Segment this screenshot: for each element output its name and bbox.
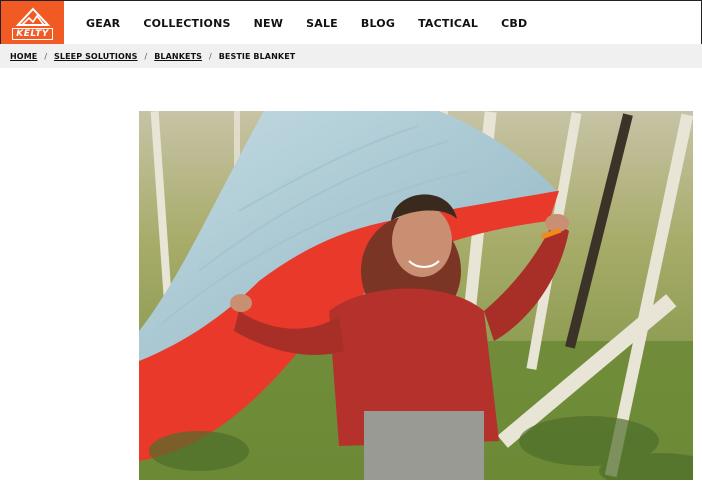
breadcrumb-separator: / bbox=[144, 51, 148, 61]
breadcrumb: HOME / SLEEP SOLUTIONS / BLANKETS / BEST… bbox=[0, 44, 702, 68]
nav-item-gear[interactable]: GEAR bbox=[86, 17, 120, 30]
main-navigation: GEAR COLLECTIONS NEW SALE BLOG TACTICAL … bbox=[86, 1, 527, 45]
breadcrumb-blankets[interactable]: BLANKETS bbox=[154, 52, 202, 61]
nav-item-collections[interactable]: COLLECTIONS bbox=[143, 17, 230, 30]
site-header: KELTY GEAR COLLECTIONS NEW SALE BLOG TAC… bbox=[0, 0, 702, 45]
nav-item-tactical[interactable]: TACTICAL bbox=[418, 17, 478, 30]
nav-item-blog[interactable]: BLOG bbox=[361, 17, 395, 30]
breadcrumb-separator: / bbox=[44, 51, 48, 61]
brand-wordmark: KELTY bbox=[12, 27, 53, 40]
product-hero-image[interactable] bbox=[139, 111, 693, 480]
breadcrumb-separator: / bbox=[209, 51, 212, 61]
mountain-logo-icon bbox=[15, 7, 50, 26]
nav-item-cbd[interactable]: CBD bbox=[501, 17, 527, 30]
breadcrumb-sleep-solutions[interactable]: SLEEP SOLUTIONS bbox=[54, 52, 138, 61]
nav-item-new[interactable]: NEW bbox=[254, 17, 283, 30]
lifestyle-photo-illustration bbox=[139, 111, 693, 480]
breadcrumb-current-page: BESTIE BLANKET bbox=[218, 51, 296, 61]
nav-item-sale[interactable]: SALE bbox=[306, 17, 338, 30]
kelty-logo[interactable]: KELTY bbox=[1, 1, 64, 45]
breadcrumb-home[interactable]: HOME bbox=[10, 52, 37, 61]
